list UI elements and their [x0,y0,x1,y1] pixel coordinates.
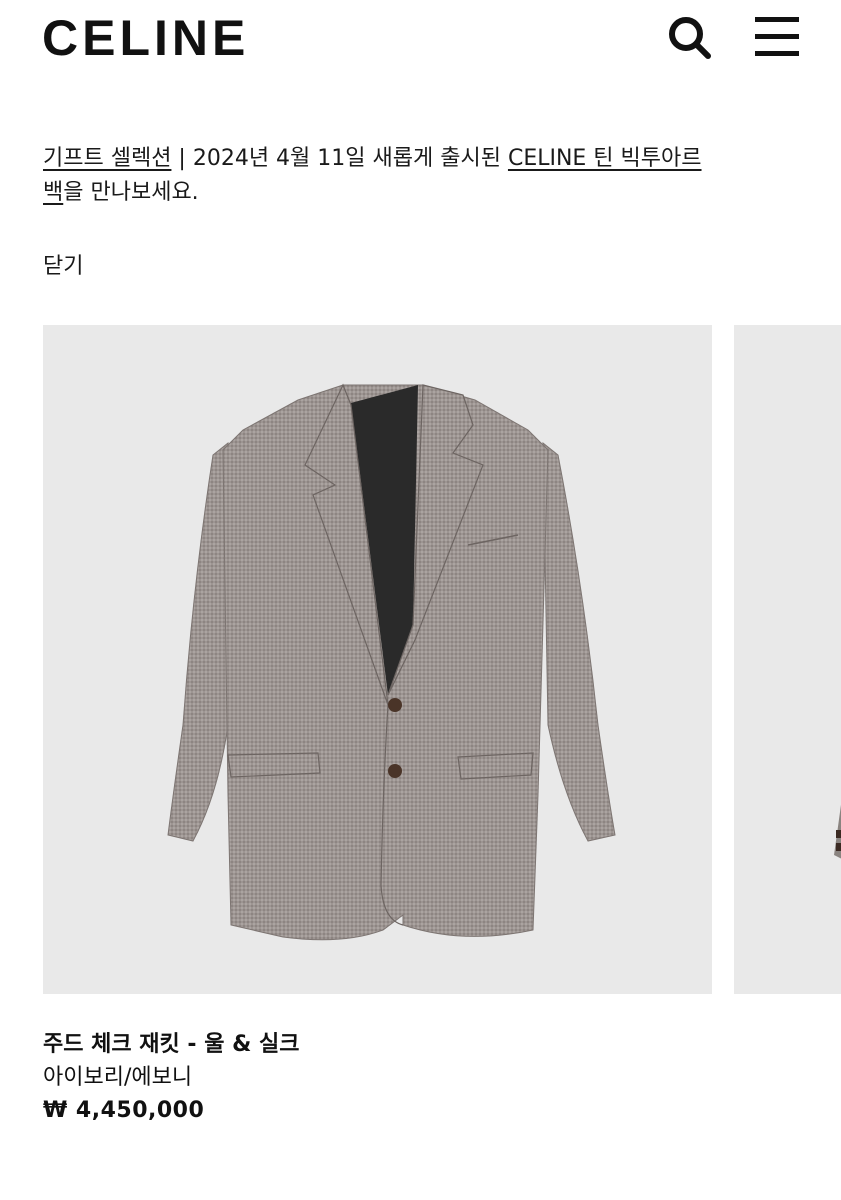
announcement-banner: 기프트 셀렉션 | 2024년 4월 11일 새롭게 출시된 CELINE 틴 … [43,142,813,210]
search-button[interactable] [664,12,714,62]
menu-button[interactable] [752,12,802,62]
announcement-tail: 을 만나보세요. [63,180,199,205]
teen-victoire-link[interactable]: CELINE 틴 빅투아르 [508,146,702,171]
product-info: 주드 체크 재킷 - 울 & 실크 아이보리/에보니 ₩ 4,450,000 [43,1028,703,1128]
product-name[interactable]: 주드 체크 재킷 - 울 & 실크 [43,1028,703,1062]
next-jacket-image [834,804,841,859]
gift-selection-link[interactable]: 기프트 셀렉션 [43,146,171,171]
product-color: 아이보리/에보니 [43,1065,193,1090]
hamburger-menu-icon [755,17,799,56]
jacket-image [167,383,616,941]
teen-victoire-link-bag[interactable]: 백 [43,180,63,205]
close-announcement-button[interactable]: 닫기 [43,250,83,284]
announcement-text: | 2024년 4월 11일 새롭게 출시된 [171,146,508,171]
next-product-image[interactable] [734,325,841,994]
product-image[interactable] [43,325,712,994]
product-price: ₩ 4,450,000 [43,1098,205,1123]
celine-logo[interactable]: CELINE [42,8,249,68]
site-header: CELINE [0,0,841,80]
search-icon [669,17,711,59]
